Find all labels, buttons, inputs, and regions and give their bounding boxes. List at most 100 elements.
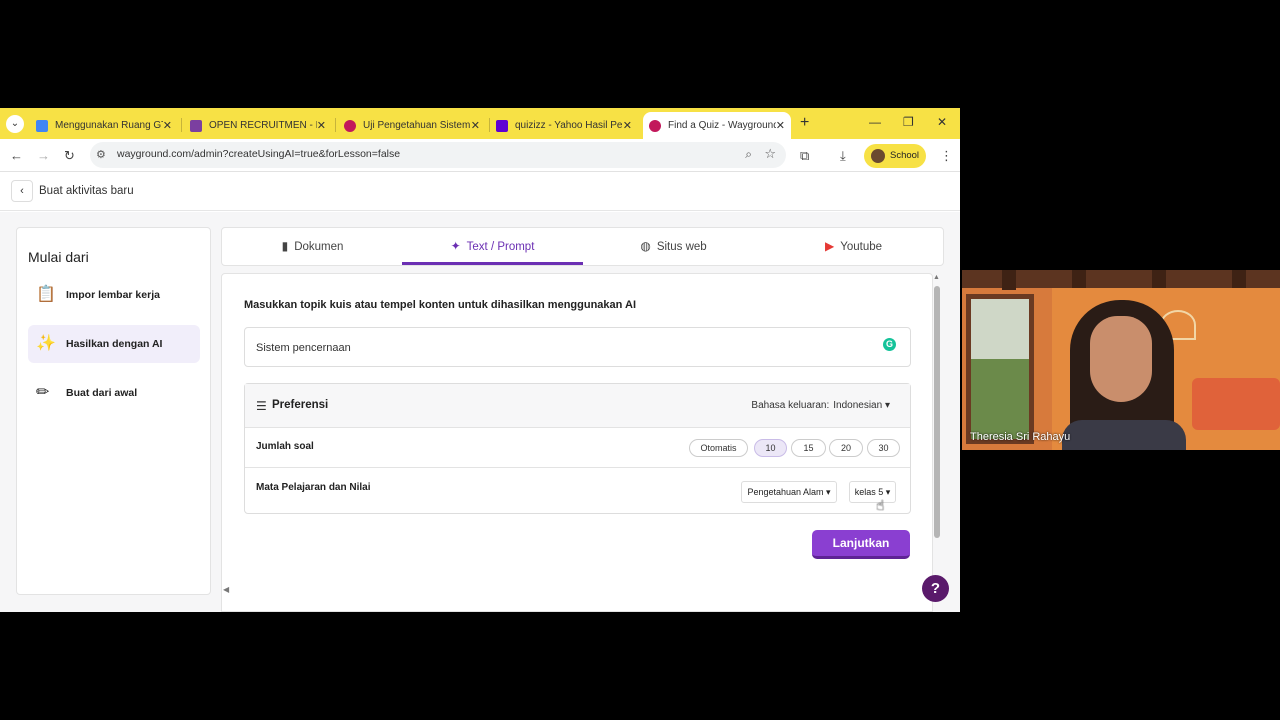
tab-text-prompt[interactable]: ✦ Text / Prompt bbox=[402, 228, 583, 265]
sidebar-item-create-scratch[interactable]: ✏ Buat dari awal bbox=[28, 374, 200, 412]
subject-dropdown[interactable]: Pengetahuan Alam ▾ bbox=[741, 481, 837, 503]
forward-arrow-icon[interactable]: → bbox=[37, 148, 50, 163]
question-count-option[interactable]: 15 bbox=[791, 439, 826, 457]
avatar bbox=[871, 149, 885, 163]
tab-label: Situs web bbox=[656, 241, 707, 253]
tab-search-chevron-icon[interactable]: ⌄ bbox=[6, 115, 24, 133]
browser-tab[interactable]: Menggunakan Ruang GT ✕ bbox=[30, 112, 178, 139]
new-tab-plus-icon[interactable]: + bbox=[800, 114, 809, 132]
output-language-select[interactable]: Bahasa keluaran: Indonesian ▾ bbox=[751, 400, 890, 411]
tab-label: Text / Prompt bbox=[466, 241, 535, 253]
kebab-menu-icon[interactable]: ⋮ bbox=[940, 148, 953, 164]
caret-down-icon: ▾ bbox=[884, 400, 890, 411]
scroll-left-arrow-icon[interactable]: ◀ bbox=[223, 585, 229, 594]
close-icon[interactable]: ✕ bbox=[471, 119, 480, 132]
youtube-icon: ▶ bbox=[824, 239, 835, 253]
tab-title: quizizz - Yahoo Hasil Pen bbox=[515, 120, 623, 131]
yahoo-favicon-icon bbox=[496, 119, 508, 132]
sparkle-icon: ✦ bbox=[450, 239, 461, 253]
prompt-instruction: Masukkan topik kuis atau tempel konten u… bbox=[244, 299, 637, 311]
sidebar-item-generate-ai[interactable]: ✨ Hasilkan dengan AI bbox=[28, 325, 200, 363]
docs-favicon-icon bbox=[36, 119, 48, 132]
tab-label: Dokumen bbox=[294, 241, 344, 253]
scrollbar-thumb[interactable] bbox=[934, 286, 940, 538]
tab-document[interactable]: ▮ Dokumen bbox=[222, 228, 403, 265]
grade-dropdown[interactable]: kelas 5 ▾ bbox=[849, 481, 896, 503]
question-count-option[interactable]: 30 bbox=[867, 439, 900, 457]
continue-button[interactable]: Lanjutkan bbox=[812, 530, 910, 559]
site-settings-icon[interactable]: ⚙ bbox=[96, 148, 106, 161]
url-text[interactable]: wayground.com/admin?createUsingAI=true&f… bbox=[117, 148, 400, 160]
subject-value: Pengetahuan Alam bbox=[747, 487, 824, 497]
profile-button[interactable]: School bbox=[864, 144, 926, 168]
tab-title: OPEN RECRUITMEN - IN bbox=[209, 120, 317, 131]
close-icon[interactable]: ✕ bbox=[623, 119, 632, 132]
address-toolbar: ← → ↻ ⚙ wayground.com/admin?createUsingA… bbox=[0, 139, 960, 172]
pencil-icon: ✏ bbox=[36, 384, 50, 401]
browser-tab[interactable]: quizizz - Yahoo Hasil Pen ✕ bbox=[490, 112, 638, 139]
panel-scrollbar[interactable]: ▲ bbox=[933, 274, 942, 540]
question-count-label: Jumlah soal bbox=[256, 441, 314, 452]
close-icon[interactable]: ✕ bbox=[776, 119, 785, 132]
clipboard-icon: 📋 bbox=[36, 286, 56, 303]
question-count-option[interactable]: 20 bbox=[829, 439, 863, 457]
sidebar-item-label: Impor lembar kerja bbox=[66, 289, 160, 301]
forms-favicon-icon bbox=[190, 119, 202, 132]
sliders-icon: ☰ bbox=[256, 399, 267, 413]
output-language-label: Bahasa keluaran: bbox=[751, 400, 830, 411]
preferences-header: ☰ Preferensi Bahasa keluaran: Indonesian … bbox=[245, 384, 910, 428]
topic-input[interactable]: Sistem pencernaan G bbox=[244, 327, 911, 367]
webcam-video: Theresia Sri Rahayu bbox=[962, 270, 1280, 450]
sidebar-heading: Mulai dari bbox=[28, 249, 89, 265]
browser-tab-active[interactable]: Find a Quiz - Wayground ✕ bbox=[643, 112, 791, 139]
mouse-pointer-icon: ☝ bbox=[876, 497, 885, 513]
sidebar-item-import-worksheet[interactable]: 📋 Impor lembar kerja bbox=[28, 276, 200, 314]
source-tabs: ▮ Dokumen ✦ Text / Prompt ◍ Situs web ▶ Yout… bbox=[221, 227, 944, 266]
tab-title: Uji Pengetahuan Sistem bbox=[363, 120, 471, 131]
wayground-favicon-icon bbox=[649, 119, 661, 132]
source-sidebar: Mulai dari 📋 Impor lembar kerja ✨ Hasilk… bbox=[16, 227, 211, 595]
window-close-icon[interactable]: ✕ bbox=[937, 115, 947, 129]
participant-name: Theresia Sri Rahayu bbox=[970, 431, 1071, 443]
tab-title: Find a Quiz - Wayground bbox=[668, 120, 776, 131]
grammarly-icon[interactable]: G bbox=[883, 338, 896, 351]
scroll-up-arrow-icon[interactable]: ▲ bbox=[933, 274, 940, 281]
restore-icon[interactable]: ❐ bbox=[903, 115, 914, 129]
help-button[interactable]: ? bbox=[922, 575, 949, 602]
quiz-favicon-icon bbox=[344, 119, 356, 132]
profile-label: School bbox=[890, 150, 920, 161]
zoom-icon[interactable]: ⌕ bbox=[745, 147, 752, 162]
subject-grade-label: Mata Pelajaran dan Nilai bbox=[256, 482, 371, 493]
topic-input-value[interactable]: Sistem pencernaan bbox=[256, 342, 351, 354]
question-count-option-selected[interactable]: 10 bbox=[754, 439, 787, 457]
sidebar-item-label: Hasilkan dengan AI bbox=[66, 338, 163, 350]
tab-title: Menggunakan Ruang GT bbox=[55, 120, 163, 131]
close-icon[interactable]: ✕ bbox=[317, 119, 326, 132]
minimize-icon[interactable]: — bbox=[869, 115, 881, 129]
question-count-row: Jumlah soal Otomatis 10 15 20 30 bbox=[245, 428, 910, 468]
browser-tab[interactable]: Uji Pengetahuan Sistem ✕ bbox=[338, 112, 486, 139]
page-title: Buat aktivitas baru bbox=[39, 185, 134, 197]
bookmark-star-icon[interactable]: ☆ bbox=[764, 146, 776, 162]
output-language-value: Indonesian bbox=[833, 400, 883, 411]
back-button[interactable]: ‹ bbox=[11, 180, 33, 202]
back-arrow-icon[interactable]: ← bbox=[10, 148, 23, 163]
tab-youtube[interactable]: ▶ Youtube bbox=[763, 228, 944, 265]
tab-website[interactable]: ◍ Situs web bbox=[583, 228, 764, 265]
close-icon[interactable]: ✕ bbox=[163, 119, 172, 132]
preferences-title: Preferensi bbox=[272, 399, 329, 411]
magic-wand-icon: ✨ bbox=[36, 335, 56, 352]
question-count-option[interactable]: Otomatis bbox=[689, 439, 748, 457]
prompt-panel: Masukkan topik kuis atau tempel konten u… bbox=[221, 273, 933, 612]
tab-label: Youtube bbox=[840, 241, 883, 253]
reload-icon[interactable]: ↻ bbox=[64, 148, 75, 164]
document-icon: ▮ bbox=[281, 239, 289, 253]
sidebar-item-label: Buat dari awal bbox=[66, 387, 138, 399]
browser-tab[interactable]: OPEN RECRUITMEN - IN ✕ bbox=[184, 112, 332, 139]
extensions-puzzle-icon[interactable]: ⧉ bbox=[800, 148, 809, 164]
download-icon[interactable]: ⤓ bbox=[840, 148, 846, 164]
tab-strip: ⌄ Menggunakan Ruang GT ✕ OPEN RECRUITMEN… bbox=[0, 108, 960, 139]
webcam-window bbox=[966, 294, 1034, 444]
address-bar[interactable]: ⚙ wayground.com/admin?createUsingAI=true… bbox=[90, 142, 786, 168]
grade-value: kelas 5 bbox=[854, 487, 884, 497]
